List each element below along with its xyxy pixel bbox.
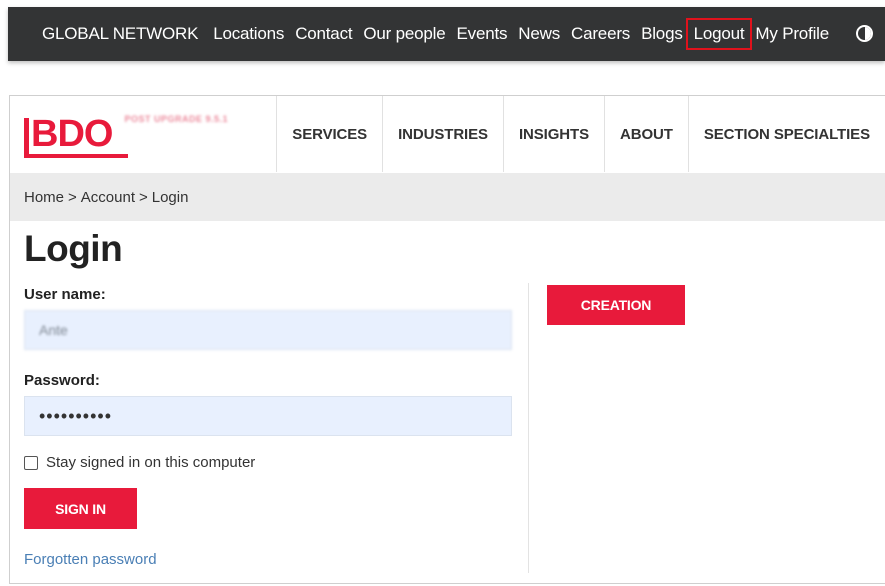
sign-in-button[interactable]: SIGN IN	[24, 488, 137, 529]
site-header: BDO POST UPGRADE 9.5.1 SERVICES INDUSTRI…	[10, 96, 885, 172]
global-network-link[interactable]: GLOBAL NETWORK	[42, 22, 198, 46]
password-input[interactable]	[24, 396, 512, 436]
password-label: Password:	[24, 372, 100, 389]
nav-about[interactable]: ABOUT	[605, 96, 689, 172]
breadcrumb-account[interactable]: Account	[81, 189, 135, 206]
our-people-link[interactable]: Our people	[363, 22, 445, 46]
contact-link[interactable]: Contact	[295, 22, 352, 46]
main-nav: SERVICES INDUSTRIES INSIGHTS ABOUT SECTI…	[277, 96, 885, 172]
username-input[interactable]	[24, 310, 512, 350]
nav-industries[interactable]: INDUSTRIES	[383, 96, 504, 172]
login-form: User name: Password: Stay signed in on t…	[24, 286, 514, 569]
nav-services[interactable]: SERVICES	[277, 96, 384, 172]
logo-tagline: POST UPGRADE 9.5.1	[124, 114, 228, 124]
global-top-bar: GLOBAL NETWORK Locations Contact Our peo…	[8, 7, 885, 61]
breadcrumb-current: Login	[151, 188, 189, 206]
username-label: User name:	[24, 286, 106, 303]
logo-bar	[24, 118, 29, 158]
breadcrumb: Home > Account > Login	[10, 173, 885, 221]
remember-me-checkbox[interactable]	[24, 455, 38, 470]
logo-underline	[24, 154, 128, 158]
remember-me-row: Stay signed in on this computer	[24, 454, 514, 471]
creation-button[interactable]: CREATION	[547, 285, 685, 325]
logo-area: BDO POST UPGRADE 9.5.1	[10, 96, 278, 172]
contrast-toggle-icon[interactable]	[856, 25, 873, 42]
blogs-link[interactable]: Blogs	[641, 22, 683, 46]
bdo-logo[interactable]: BDO	[24, 113, 128, 158]
page-frame: BDO POST UPGRADE 9.5.1 SERVICES INDUSTRI…	[9, 95, 885, 584]
page-title: Login	[24, 228, 123, 269]
news-link[interactable]: News	[518, 22, 560, 46]
logo-text: BDO	[31, 113, 113, 155]
my-profile-link[interactable]: My Profile	[755, 22, 829, 46]
forgotten-password-link[interactable]: Forgotten password	[24, 551, 157, 568]
breadcrumb-separator: >	[68, 188, 77, 206]
nav-insights[interactable]: INSIGHTS	[504, 96, 605, 172]
column-divider	[528, 283, 529, 573]
nav-section-specialties[interactable]: SECTION SPECIALTIES	[689, 96, 885, 172]
breadcrumb-separator: >	[138, 188, 148, 206]
logout-link[interactable]: Logout	[685, 18, 753, 50]
careers-link[interactable]: Careers	[571, 22, 630, 46]
locations-link[interactable]: Locations	[213, 22, 284, 46]
remember-me-label: Stay signed in on this computer	[46, 454, 256, 471]
events-link[interactable]: Events	[457, 22, 508, 46]
breadcrumb-home[interactable]: Home	[24, 189, 64, 206]
